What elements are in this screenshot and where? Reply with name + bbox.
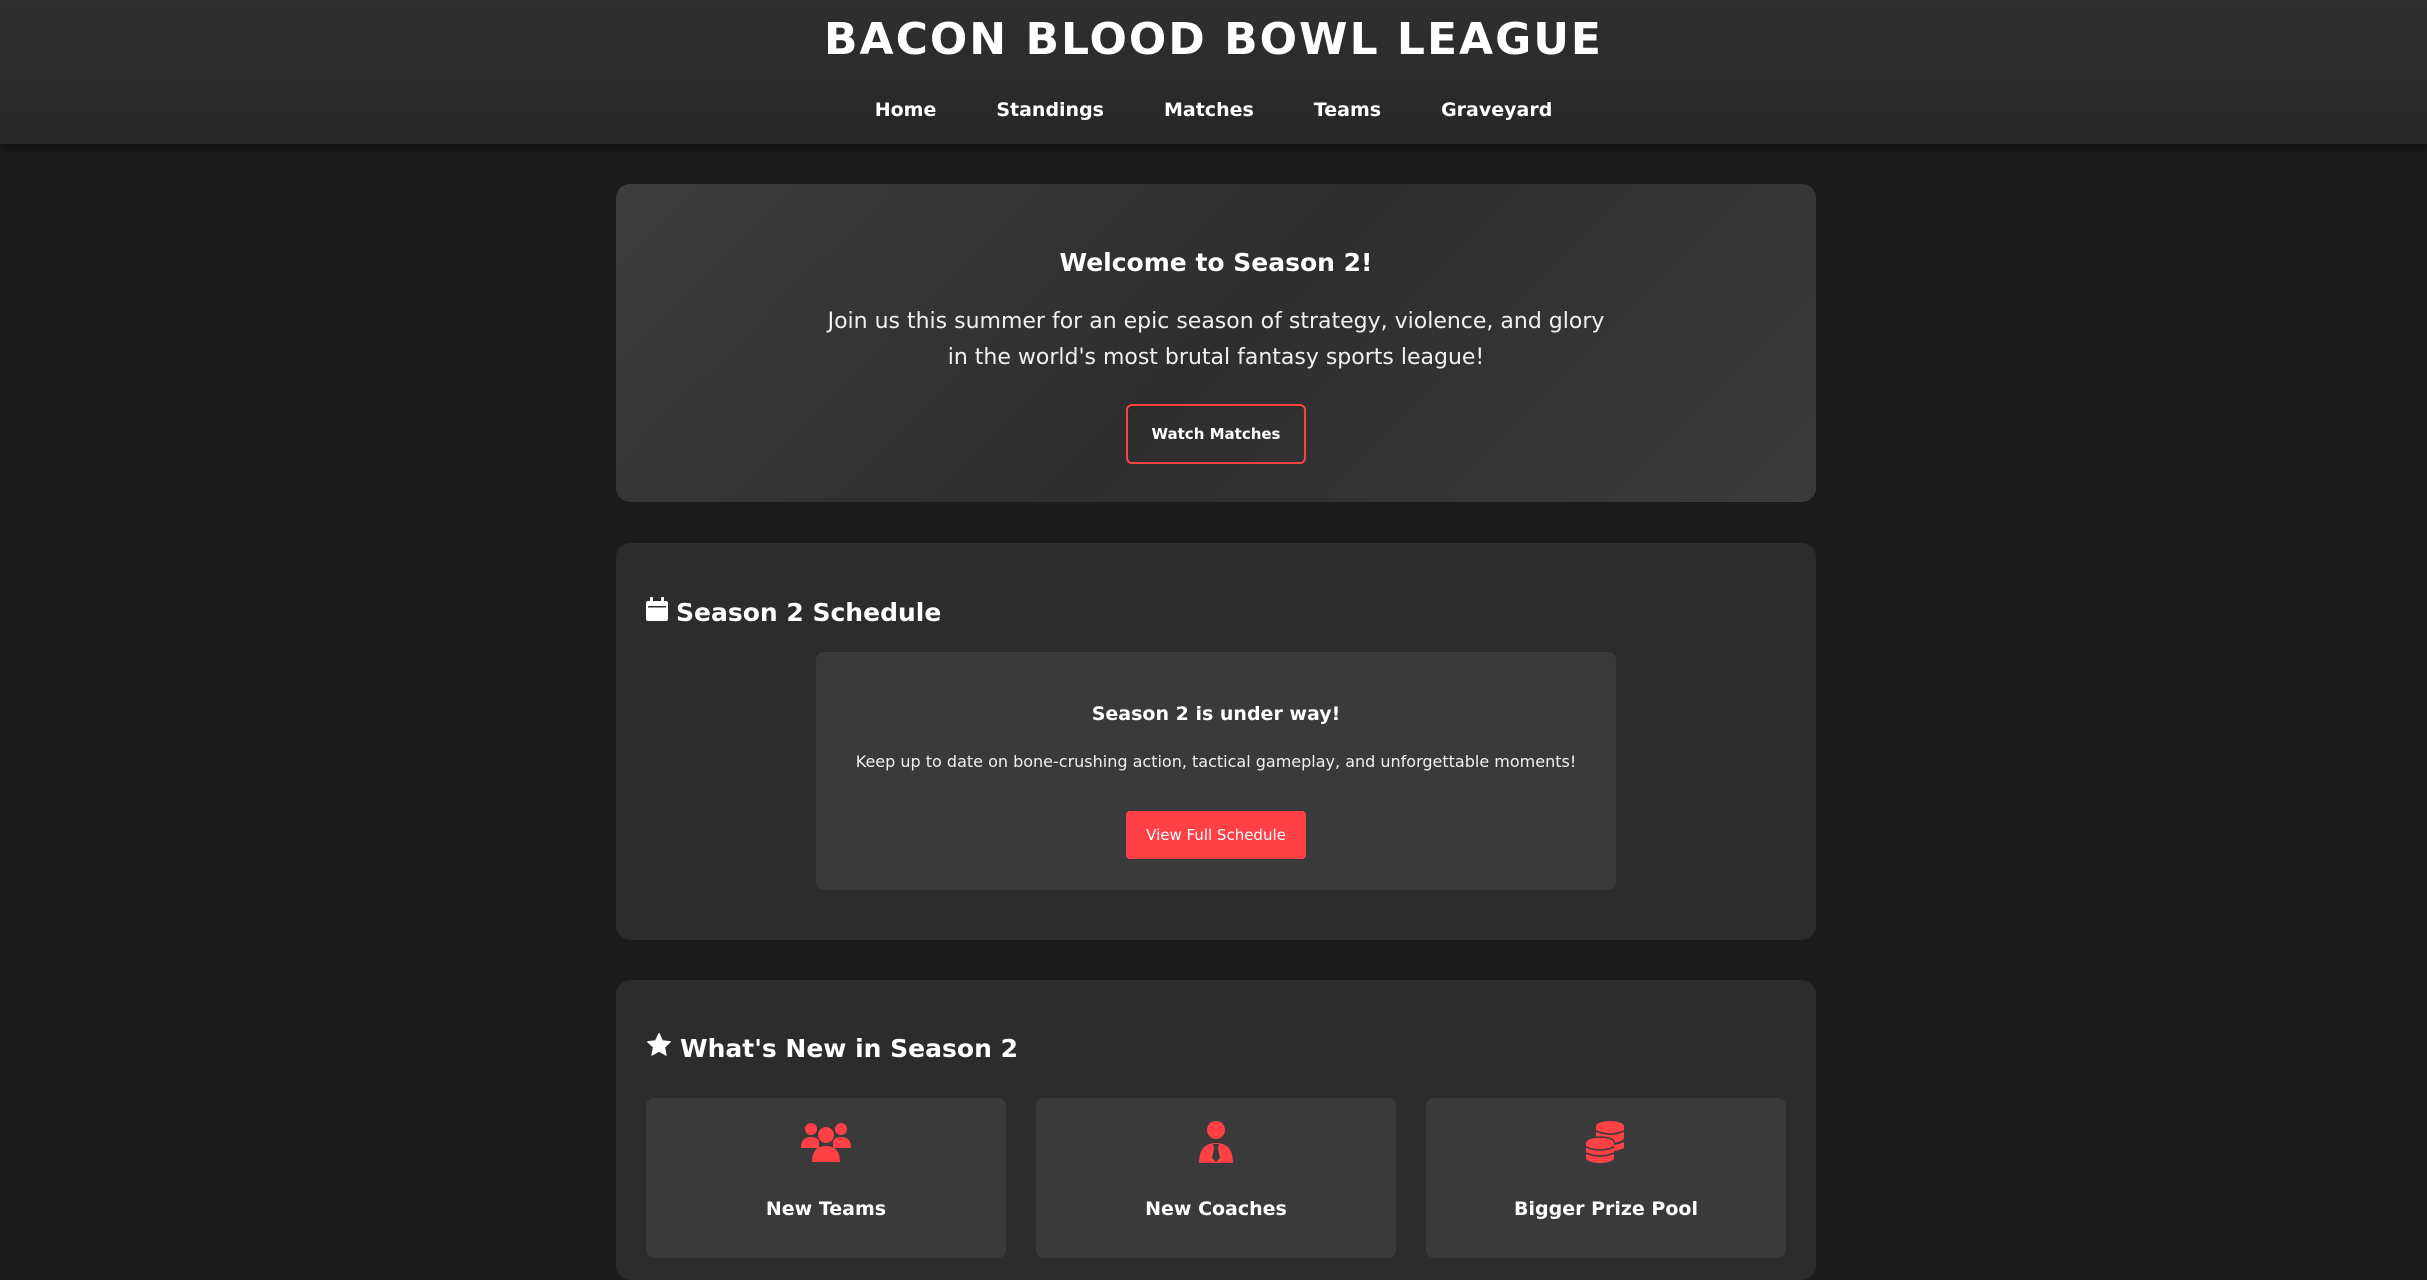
star-icon	[646, 1032, 672, 1064]
calendar-icon	[646, 597, 668, 627]
nav-item-matches[interactable]: Matches	[1134, 96, 1284, 124]
nav-item-teams[interactable]: Teams	[1284, 96, 1411, 124]
view-full-schedule-button[interactable]: View Full Schedule	[1126, 811, 1306, 859]
whats-new-heading: What's New in Season 2	[646, 1032, 1018, 1064]
whats-new-card: What's New in Season 2 New Teams New Coa…	[616, 980, 1816, 1280]
feature-label: Bigger Prize Pool	[1514, 1198, 1698, 1220]
watch-matches-button[interactable]: Watch Matches	[1126, 404, 1306, 464]
feature-label: New Coaches	[1145, 1198, 1287, 1220]
whats-new-title: What's New in Season 2	[680, 1033, 1018, 1063]
feature-card-new-coaches: New Coaches	[1036, 1098, 1396, 1258]
feature-card-bigger-prize-pool: Bigger Prize Pool	[1426, 1098, 1786, 1258]
nav-item-standings[interactable]: Standings	[966, 96, 1134, 124]
schedule-status-text: Keep up to date on bone-crushing action,…	[855, 752, 1577, 771]
user-tie-icon	[1036, 1120, 1396, 1164]
hero-title: Welcome to Season 2!	[1059, 248, 1373, 277]
schedule-title: Season 2 Schedule	[676, 597, 942, 627]
nav-item-home[interactable]: Home	[845, 96, 967, 124]
schedule-heading: Season 2 Schedule	[646, 597, 941, 627]
feature-card-new-teams: New Teams	[646, 1098, 1006, 1258]
schedule-status-title: Season 2 is under way!	[1091, 703, 1341, 725]
feature-label: New Teams	[765, 1198, 887, 1220]
users-icon	[646, 1120, 1006, 1164]
coins-icon	[1426, 1120, 1786, 1164]
hero-card: Welcome to Season 2! Join us this summer…	[616, 184, 1816, 502]
main-nav: Home Standings Matches Teams Graveyard	[0, 96, 2427, 124]
site-header: BACON BLOOD BOWL LEAGUE Home Standings M…	[0, 0, 2427, 144]
site-title: BACON BLOOD BOWL LEAGUE	[824, 14, 1603, 65]
hero-text: Join us this summer for an epic season o…	[827, 309, 1605, 370]
nav-item-graveyard[interactable]: Graveyard	[1411, 96, 1582, 124]
schedule-status-box: Season 2 is under way! Keep up to date o…	[816, 652, 1616, 890]
schedule-card: Season 2 Schedule Season 2 is under way!…	[616, 543, 1816, 940]
